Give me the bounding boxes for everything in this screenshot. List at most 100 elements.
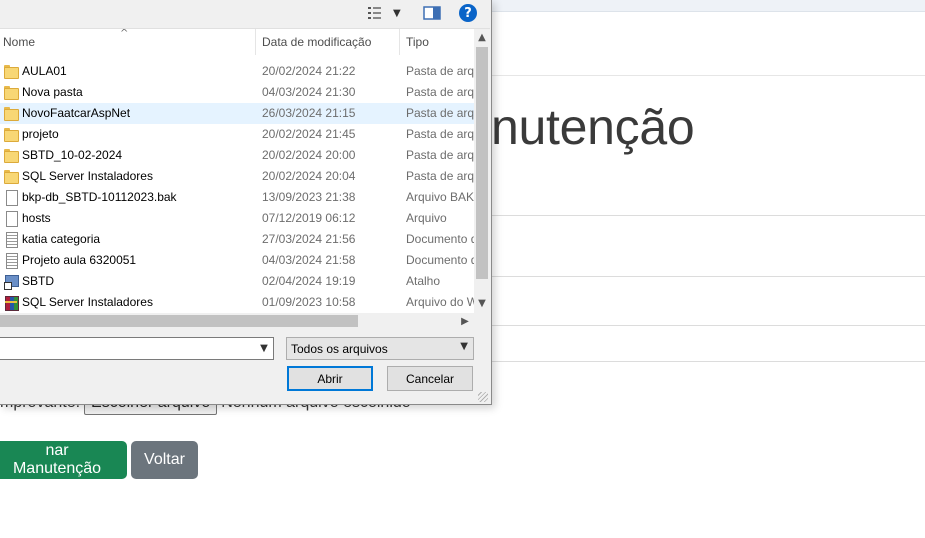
- filename-input[interactable]: ▼: [0, 337, 274, 360]
- scroll-thumb[interactable]: [0, 315, 358, 327]
- form-divider: [490, 361, 925, 362]
- file-type-select[interactable]: Todos os arquivos ▼: [286, 337, 474, 360]
- form-divider: [490, 325, 925, 326]
- column-header: ^ Nome Data de modificação Tipo: [0, 29, 474, 56]
- item-name: projeto: [22, 127, 59, 141]
- item-date: 13/09/2023 21:38: [262, 190, 356, 204]
- preview-pane-icon[interactable]: [423, 5, 441, 21]
- scroll-right-icon[interactable]: ▶: [456, 313, 474, 328]
- item-name: SQL Server Instaladores: [22, 295, 153, 309]
- page-title: nutenção: [491, 99, 695, 155]
- dialog-toolbar: ▼ ?: [0, 0, 490, 28]
- list-item[interactable]: projeto 20/02/2024 21:45 Pasta de arquivos: [0, 124, 474, 145]
- form-divider: [490, 215, 925, 216]
- item-date: 26/03/2024 21:15: [262, 106, 356, 120]
- page-header-divider: [490, 75, 925, 76]
- column-date-header[interactable]: Data de modificação: [262, 29, 371, 55]
- item-type: Pasta de arquivos: [406, 64, 474, 78]
- item-date: 27/03/2024 21:56: [262, 232, 356, 246]
- scrollbar-corner: [474, 314, 490, 328]
- list-item[interactable]: katia categoria 27/03/2024 21:56 Documento…: [0, 229, 474, 250]
- file-icon: [3, 211, 19, 227]
- item-date: 20/02/2024 20:00: [262, 148, 356, 162]
- item-type: Arquivo: [406, 211, 447, 225]
- item-type: Pasta de arquivos: [406, 85, 474, 99]
- list-item[interactable]: NovoFaatcarAspNet 26/03/2024 21:15 Pasta d…: [0, 103, 474, 124]
- help-icon[interactable]: ?: [459, 4, 477, 22]
- save-maintenance-button[interactable]: nar Manutenção: [0, 441, 127, 479]
- item-name: Projeto aula 6320051: [22, 253, 137, 267]
- scroll-up-icon[interactable]: ▲: [474, 29, 490, 46]
- item-type: Arquivo do WinRAR: [406, 295, 474, 309]
- folder-icon: [3, 127, 19, 142]
- column-name-header[interactable]: Nome: [3, 29, 35, 55]
- archive-icon: [3, 295, 19, 311]
- shortcut-icon: [3, 274, 19, 290]
- file-icon: [3, 190, 19, 206]
- list-item[interactable]: SBTD_10-02-2024 20/02/2024 20:00 Pasta de …: [0, 145, 474, 166]
- item-name: hosts: [22, 211, 51, 225]
- scroll-down-icon[interactable]: ▼: [474, 295, 490, 312]
- item-name: SQL Server Instaladores: [22, 169, 153, 183]
- item-name: SBTD_10-02-2024: [22, 148, 123, 162]
- browser-top-bar: [490, 0, 925, 12]
- item-name: NovoFaatcarAspNet: [22, 106, 131, 120]
- view-options-icon[interactable]: ▼: [367, 4, 407, 22]
- item-date: 02/04/2024 19:19: [262, 274, 356, 288]
- list-item[interactable]: SQL Server Instaladores 20/02/2024 20:04 P…: [0, 166, 474, 187]
- file-list: ^ Nome Data de modificação Tipo AULA01 20…: [0, 28, 490, 328]
- item-type: Documento de texto: [406, 253, 474, 267]
- item-name: AULA01: [22, 64, 67, 78]
- horizontal-scrollbar[interactable]: ▶: [0, 313, 474, 328]
- cancel-button[interactable]: Cancelar: [387, 366, 473, 391]
- folder-icon: [3, 64, 19, 79]
- item-name: bkp-db_SBTD-10112023.bak: [22, 190, 177, 204]
- list-item[interactable]: bkp-db_SBTD-10112023.bak 13/09/2023 21:38…: [0, 187, 474, 208]
- item-date: 04/03/2024 21:58: [262, 253, 356, 267]
- item-type: Atalho: [406, 274, 441, 288]
- item-name: katia categoria: [22, 232, 101, 246]
- item-date: 20/02/2024 20:04: [262, 169, 356, 183]
- file-type-value: Todos os arquivos: [291, 341, 388, 356]
- screen: nutenção mprovante: Escolher arquivo Nen…: [0, 0, 925, 538]
- item-type: Documento de texto: [406, 232, 474, 246]
- back-button[interactable]: Voltar: [131, 441, 198, 479]
- folder-icon: [3, 85, 19, 100]
- chevron-down-icon[interactable]: ▼: [258, 341, 270, 355]
- chevron-down-icon[interactable]: ▼: [393, 8, 401, 19]
- folder-icon: [3, 148, 19, 163]
- chevron-down-icon: ▼: [460, 341, 468, 352]
- item-date: 20/02/2024 21:45: [262, 127, 356, 141]
- item-type: Pasta de arquivos: [406, 148, 474, 162]
- list-item[interactable]: AULA01 20/02/2024 21:22 Pasta de arquivos: [0, 61, 474, 82]
- item-type: Pasta de arquivos: [406, 169, 474, 183]
- item-type: Pasta de arquivos: [406, 106, 474, 120]
- sort-ascending-icon: ^: [120, 28, 129, 39]
- column-separator[interactable]: [399, 29, 400, 55]
- list-item[interactable]: SBTD 02/04/2024 19:19 Atalho: [0, 271, 474, 292]
- resize-grip-icon[interactable]: [478, 392, 488, 402]
- scroll-thumb[interactable]: [476, 47, 488, 279]
- item-date: 01/09/2023 10:58: [262, 295, 356, 309]
- file-open-dialog: ▼ ? ^ Nome Data de modificação Tipo AULA…: [0, 0, 492, 405]
- text-document-icon: [3, 232, 19, 248]
- item-type: Pasta de arquivos: [406, 127, 474, 141]
- item-name: SBTD: [22, 274, 55, 288]
- item-date: 07/12/2019 06:12: [262, 211, 356, 225]
- column-separator[interactable]: [255, 29, 256, 55]
- item-date: 20/02/2024 21:22: [262, 64, 356, 78]
- open-button[interactable]: Abrir: [287, 366, 373, 391]
- list-item[interactable]: Projeto aula 6320051 04/03/2024 21:58 Docu…: [0, 250, 474, 271]
- list-item[interactable]: SQL Server Instaladores 01/09/2023 10:58 A…: [0, 292, 474, 313]
- folder-icon: [3, 106, 19, 121]
- column-type-header[interactable]: Tipo: [406, 29, 429, 55]
- list-item[interactable]: Nova pasta 04/03/2024 21:30 Pasta de arqui…: [0, 82, 474, 103]
- text-document-icon: [3, 253, 19, 269]
- item-name: Nova pasta: [22, 85, 83, 99]
- form-divider: [490, 276, 925, 277]
- item-type: Arquivo BAK: [406, 190, 474, 204]
- vertical-scrollbar[interactable]: ▲ ▼: [474, 29, 490, 314]
- folder-icon: [3, 169, 19, 184]
- item-date: 04/03/2024 21:30: [262, 85, 356, 99]
- list-item[interactable]: hosts 07/12/2019 06:12 Arquivo: [0, 208, 474, 229]
